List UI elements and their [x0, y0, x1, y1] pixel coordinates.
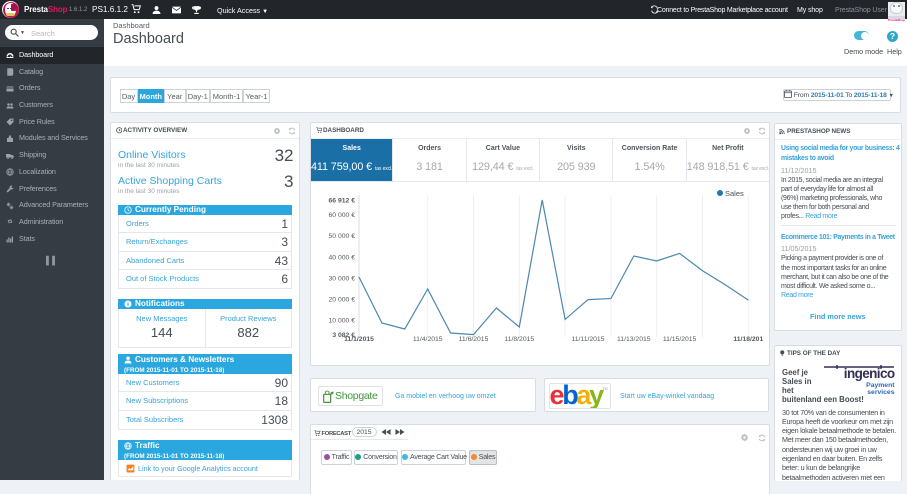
svg-text:30 000 €: 30 000 € [329, 275, 356, 282]
svg-text:11/8/2015: 11/8/2015 [504, 336, 534, 343]
svg-text:11/18/201: 11/18/201 [733, 336, 763, 343]
svg-text:10 000 €: 10 000 € [329, 318, 356, 325]
svg-text:20 000 €: 20 000 € [329, 297, 356, 304]
svg-text:Sales: Sales [725, 189, 744, 198]
svg-text:50 000 €: 50 000 € [329, 233, 356, 240]
svg-text:11/4/2015: 11/4/2015 [413, 336, 443, 343]
svg-text:11/13/2015: 11/13/2015 [617, 336, 651, 343]
svg-text:40 000 €: 40 000 € [329, 254, 356, 261]
svg-text:11/15/2015: 11/15/2015 [663, 336, 697, 343]
svg-text:11/6/2015: 11/6/2015 [459, 336, 489, 343]
svg-text:66 912 €: 66 912 € [329, 198, 356, 205]
svg-text:11/11/2015: 11/11/2015 [571, 336, 604, 343]
svg-text:60 000 €: 60 000 € [329, 212, 356, 219]
svg-text:11/1/2015: 11/1/2015 [344, 336, 374, 343]
